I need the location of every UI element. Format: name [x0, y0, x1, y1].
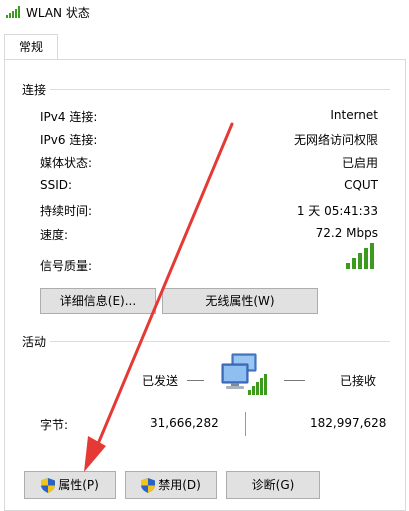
- connection-section-label: 连接: [22, 83, 47, 97]
- wireless-properties-button[interactable]: 无线属性(W): [162, 288, 318, 314]
- signal-bar: [364, 248, 368, 269]
- tab-general[interactable]: 常规: [4, 34, 58, 60]
- media-state-value: 已启用: [341, 156, 378, 170]
- uac-shield-icon: [41, 478, 56, 493]
- ipv6-label: IPv6 连接:: [40, 133, 98, 147]
- tab-panel-general: [4, 59, 406, 511]
- connection-section-divider: [50, 89, 390, 90]
- details-button[interactable]: 详细信息(E)...: [40, 288, 156, 314]
- bytes-divider: [245, 412, 246, 436]
- ipv6-value: 无网络访问权限: [293, 133, 378, 147]
- ssid-value: CQUT: [344, 178, 378, 192]
- signal-bar: [370, 243, 374, 269]
- tab-strip: 常规: [0, 34, 409, 60]
- speed-value: 72.2 Mbps: [315, 226, 378, 240]
- disable-button[interactable]: 禁用(D): [125, 471, 217, 499]
- network-computers-icon: [221, 353, 267, 395]
- sent-dash: [187, 380, 204, 381]
- media-state-label: 媒体状态:: [40, 156, 93, 170]
- received-label: 已接收: [340, 374, 377, 388]
- uac-shield-icon: [141, 478, 156, 493]
- bytes-label: 字节:: [40, 418, 69, 432]
- bytes-received-value: 182,997,628: [310, 416, 387, 430]
- activity-section-divider: [50, 341, 390, 342]
- diagnose-button[interactable]: 诊断(G): [226, 471, 320, 499]
- bytes-sent-value: 31,666,282: [150, 416, 219, 430]
- activity-section-label: 活动: [22, 335, 47, 349]
- disable-button-label: 禁用(D): [158, 478, 201, 492]
- signal-strength-icon: [346, 243, 374, 269]
- duration-value: 1 天 05:41:33: [296, 204, 378, 218]
- sent-label: 已发送: [142, 374, 179, 388]
- signal-bar: [358, 253, 362, 269]
- ipv4-label: IPv4 连接:: [40, 110, 98, 124]
- properties-button-label: 属性(P): [58, 478, 99, 492]
- duration-label: 持续时间:: [40, 204, 93, 218]
- ipv4-value: Internet: [330, 108, 378, 122]
- title-bar: WLAN 状态: [0, 0, 409, 24]
- window-title: WLAN 状态: [26, 6, 90, 20]
- received-dash: [284, 380, 305, 381]
- wifi-signal-icon: [6, 6, 20, 18]
- signal-bar: [346, 263, 350, 269]
- speed-label: 速度:: [40, 228, 69, 242]
- wlan-status-window: WLAN 状态 常规 连接 IPv4 连接: Internet IPv6 连接:…: [0, 0, 409, 511]
- signal-bar: [352, 258, 356, 269]
- ssid-label: SSID:: [40, 178, 73, 192]
- signal-quality-label: 信号质量:: [40, 259, 93, 273]
- properties-button[interactable]: 属性(P): [24, 471, 116, 499]
